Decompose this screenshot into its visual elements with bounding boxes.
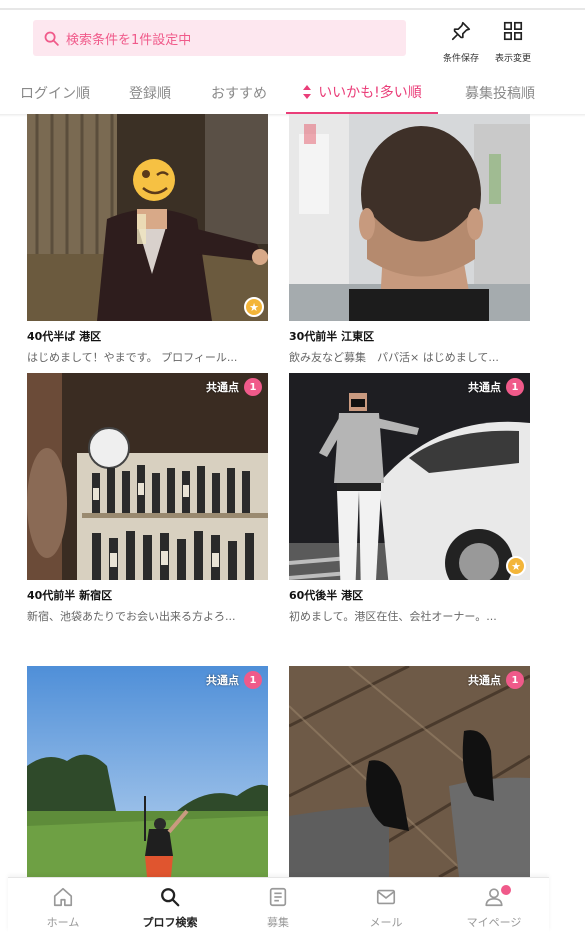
common-points-badge: 共通点 1 — [468, 671, 524, 689]
profile-photo — [289, 114, 530, 321]
common-points-badge: 共通点 1 — [206, 671, 262, 689]
common-points-label: 共通点 — [468, 674, 501, 687]
nav-recruit[interactable]: 募集 — [233, 886, 323, 930]
card-description: 初めまして。港区在住、会社オーナー。... — [289, 610, 497, 623]
save-condition-button[interactable]: 条件保存 — [437, 20, 485, 65]
tab-registration-order[interactable]: 登録順 — [110, 72, 190, 114]
card-title: 60代後半 港区 — [289, 589, 364, 602]
search-icon — [44, 31, 59, 46]
sort-icon — [303, 85, 312, 99]
tab-label: いいかも!多い順 — [318, 85, 422, 101]
tab-recommended[interactable]: おすすめ — [195, 72, 283, 114]
search-condition-text: 検索条件を1件設定中 — [66, 32, 192, 48]
pin-icon — [451, 21, 471, 41]
tab-label: おすすめ — [211, 86, 267, 102]
card-title: 40代前半 新宿区 — [27, 589, 113, 602]
nav-label: 募集 — [267, 916, 289, 929]
nav-home[interactable]: ホーム — [18, 886, 108, 930]
profile-card[interactable]: 共通点 1 ★ 60代後半 港区 初めまして。港区在住、会社オーナー。... — [289, 373, 530, 624]
change-view-button[interactable]: 表示変更 — [489, 20, 537, 65]
star-badge-icon: ★ — [506, 556, 526, 576]
tab-login-order[interactable]: ログイン順 — [0, 72, 110, 114]
profile-card[interactable]: 共通点 1 — [289, 666, 530, 877]
common-points-count: 1 — [244, 378, 262, 396]
nav-label: プロフ検索 — [142, 916, 198, 929]
card-title: 40代半ば 港区 — [27, 330, 102, 343]
tab-most-likes[interactable]: いいかも!多い順 — [286, 72, 438, 114]
nav-label: メール — [369, 916, 403, 929]
search-bar[interactable]: 検索条件を1件設定中 — [33, 20, 406, 56]
tab-recruit-post-order[interactable]: 募集投稿順 — [441, 72, 559, 114]
change-view-label: 表示変更 — [494, 54, 531, 64]
nav-profile-search[interactable]: プロフ検索 — [125, 886, 215, 930]
sort-tabs: ログイン順 登録順 おすすめ いいかも!多い順 募集投稿順 — [0, 72, 585, 114]
profile-photo: 共通点 1 — [289, 666, 530, 877]
board-icon — [269, 887, 287, 907]
nav-mail[interactable]: メール — [341, 886, 431, 930]
common-points-count: 1 — [506, 671, 524, 689]
profile-card[interactable]: ★ 40代半ば 港区 はじめまして！やまです。 プロフィール... — [27, 114, 268, 365]
home-icon — [53, 887, 73, 907]
common-points-label: 共通点 — [206, 674, 239, 687]
common-points-badge: 共通点 1 — [206, 378, 262, 396]
profile-photo: 共通点 1 — [27, 666, 268, 877]
card-description: はじめまして！やまです。 プロフィール... — [27, 351, 238, 364]
tab-label: ログイン順 — [20, 86, 90, 102]
common-points-label: 共通点 — [468, 381, 501, 394]
nav-mypage[interactable]: マイページ — [449, 885, 539, 930]
profile-photo: 共通点 1 ★ — [289, 373, 530, 580]
profile-photo: ★ — [27, 114, 268, 321]
notification-dot — [501, 885, 511, 895]
common-points-count: 1 — [506, 378, 524, 396]
card-description: 飲み友など募集 パパ活× はじめまして... — [289, 351, 499, 364]
nav-label: マイページ — [466, 916, 522, 929]
star-badge-icon: ★ — [244, 297, 264, 317]
profile-card[interactable]: 30代前半 江東区 飲み友など募集 パパ活× はじめまして... — [289, 114, 530, 365]
top-divider — [0, 8, 585, 10]
profile-card[interactable]: 共通点 1 40代前半 新宿区 新宿、池袋あたりでお会い出来る方よろ... — [27, 373, 268, 624]
common-points-count: 1 — [244, 671, 262, 689]
grid-icon — [503, 21, 523, 41]
card-title: 30代前半 江東区 — [289, 330, 375, 343]
save-condition-label: 条件保存 — [442, 54, 479, 64]
common-points-badge: 共通点 1 — [468, 378, 524, 396]
profile-card[interactable]: 共通点 1 — [27, 666, 268, 877]
profile-photo: 共通点 1 — [27, 373, 268, 580]
tab-label: 募集投稿順 — [465, 86, 535, 102]
search-icon — [161, 888, 180, 907]
common-points-label: 共通点 — [206, 381, 239, 394]
bottom-navigation: ホーム プロフ検索 募集 メール マイページ — [8, 877, 549, 932]
tab-label: 登録順 — [129, 86, 171, 102]
card-description: 新宿、池袋あたりでお会い出来る方よろ... — [27, 610, 236, 623]
nav-label: ホーム — [46, 916, 80, 929]
mail-icon — [376, 889, 396, 905]
